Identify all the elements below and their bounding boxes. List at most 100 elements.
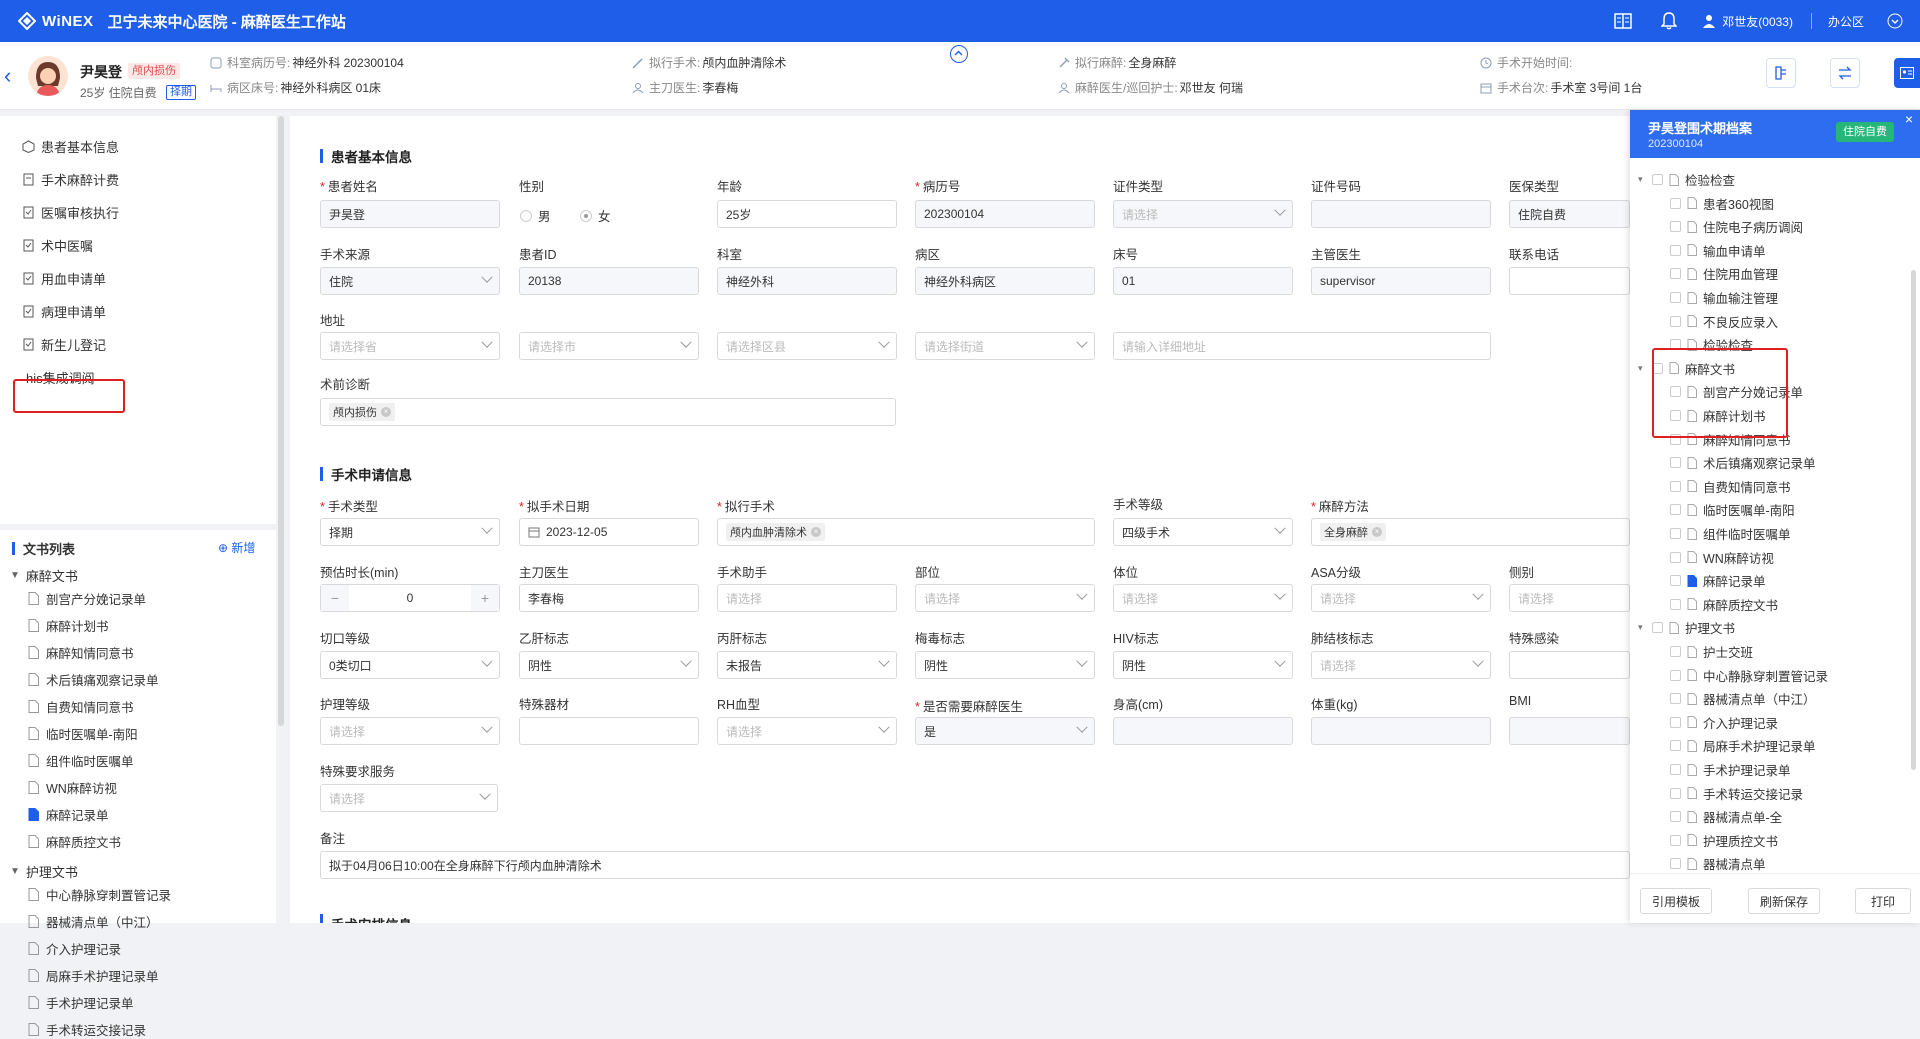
city-select[interactable]: 请选择市 [519,332,699,360]
template-button[interactable]: 引用模板 [1640,888,1712,914]
checkbox[interactable] [1670,292,1681,303]
profile-card-button[interactable] [1894,58,1920,88]
weight-input[interactable] [1311,717,1491,745]
rp-item-anesthesia[interactable]: 临时医嘱单-南阳 [1670,500,1795,519]
tree-item-nursing-doc[interactable]: 中心静脉穿刺置管记录 [28,885,171,904]
checkbox[interactable] [1670,669,1681,681]
refresh-save-button[interactable]: 刷新保存 [1748,888,1820,914]
checkbox[interactable] [1670,504,1681,516]
tree-item-anesthesia-doc[interactable]: 自费知情同意书 [28,697,134,716]
checkbox[interactable] [1670,740,1681,752]
height-input[interactable] [1113,717,1293,745]
site-select[interactable]: 请选择 [915,584,1095,612]
hbv-select[interactable]: 阴性 [519,651,699,679]
hiv-select[interactable]: 阴性 [1113,651,1293,679]
bed-field[interactable]: 01 [1113,267,1293,295]
rp-item-exam[interactable]: 住院用血管理 [1670,264,1778,283]
rp-item-nursing[interactable]: 器械清点单（中江） [1670,689,1816,708]
side-select[interactable]: 请选择 [1509,584,1630,612]
checkbox[interactable] [1670,480,1681,492]
nav-item-pathology[interactable]: 病理申请单 [22,301,106,321]
special-service-select[interactable]: 请选择 [320,784,498,812]
special-inf-select[interactable] [1509,651,1630,679]
gender-male-radio[interactable]: 男 [520,206,551,225]
rp-item-exam[interactable]: 住院电子病历调阅 [1670,217,1803,236]
user-menu[interactable]: 邓世友(0033) [1702,13,1793,30]
record-field[interactable]: 202300104 [915,200,1095,228]
op-type-select[interactable]: 择期 [320,518,500,546]
doclist-add-button[interactable]: ⊕ 新增 [218,539,255,556]
assist-select[interactable]: 请选择 [717,584,897,612]
checkbox[interactable] [1670,457,1681,469]
rp-item-anesthesia[interactable]: 组件临时医嘱单 [1670,524,1791,543]
nav-item-patient-info[interactable]: 患者基本信息 [22,136,119,156]
checkbox[interactable] [1670,646,1681,657]
checkbox[interactable] [1670,811,1681,823]
nav-item-order-review[interactable]: 医嘱审核执行 [22,202,119,222]
checkbox[interactable] [1670,764,1681,775]
rp-item-nursing[interactable]: 护理质控文书 [1670,831,1778,850]
tree-item-nursing-doc[interactable]: 手术转运交接记录 [28,1020,146,1039]
age-field[interactable]: 25岁 [717,200,897,228]
tree-item-anesthesia-doc[interactable]: 麻醉计划书 [28,616,109,635]
asa-select[interactable]: 请选择 [1311,584,1491,612]
collapse-up-icon[interactable] [950,45,968,63]
tree-group-nursing[interactable]: ▼ 护理文书 [10,862,78,881]
tree-item-anesthesia-doc[interactable]: 剖宫产分娩记录单 [28,589,146,608]
surgeon-field[interactable]: 李春梅 [519,584,699,612]
position-select[interactable]: 请选择 [1113,584,1293,612]
print-button[interactable]: 打印 [1855,888,1911,914]
checkbox[interactable] [1670,528,1681,539]
dept-field[interactable]: 神经外科 [717,267,897,295]
checkbox[interactable] [1670,575,1681,587]
checkbox[interactable] [1670,197,1681,209]
rp-item-nursing[interactable]: 护士交班 [1670,642,1753,661]
checkbox[interactable] [1670,598,1681,610]
bookmark-button[interactable] [1766,58,1796,88]
phone-field[interactable] [1509,267,1630,295]
rh-select[interactable]: 请选择 [717,717,897,745]
ins-type-field[interactable]: 住院自费 [1509,200,1630,228]
tree-item-anesthesia-doc[interactable]: 麻醉记录单 [28,805,109,824]
checkbox[interactable] [1670,787,1681,799]
tree-item-anesthesia-doc[interactable]: 麻醉质控文书 [28,832,121,851]
tree-item-anesthesia-doc[interactable]: 麻醉知情同意书 [28,643,134,662]
checkbox[interactable] [1670,858,1681,870]
checkbox[interactable] [1670,244,1681,256]
rp-group-exam[interactable]: ▾ 检验检查 [1638,170,1735,189]
incision-select[interactable]: 0类切口 [320,651,500,679]
swap-button[interactable] [1830,58,1860,88]
gender-female-radio[interactable]: 女 [580,206,611,225]
nav-item-blood-request[interactable]: 用血申请单 [22,268,106,288]
nav-item-newborn[interactable]: 新生儿登记 [22,334,106,354]
close-icon[interactable]: × [1372,527,1382,537]
tree-item-nursing-doc[interactable]: 局麻手术护理记录单 [28,966,159,985]
tree-item-nursing-doc[interactable]: 器械清点单（中江） [28,912,159,931]
tb-select[interactable]: 请选择 [1311,651,1491,679]
back-arrow-icon[interactable]: ‹ [4,65,18,87]
tree-item-anesthesia-doc[interactable]: 临时医嘱单-南阳 [28,724,138,743]
need-anes-select[interactable]: 是 [915,717,1095,745]
diagnosis-field[interactable]: 颅内损伤 × [320,398,896,426]
op-date-picker[interactable]: 2023-12-05 [519,518,699,546]
rp-item-nursing[interactable]: 手术转运交接记录 [1670,784,1803,803]
close-icon[interactable]: × [811,527,821,537]
close-icon[interactable]: × [381,407,391,417]
rp-item-exam[interactable]: 输血输注管理 [1670,288,1778,307]
rp-item-anesthesia[interactable]: 自费知情同意书 [1670,477,1791,496]
syph-select[interactable]: 阴性 [915,651,1095,679]
anes-method-field[interactable]: 全身麻醉 × [1311,518,1630,546]
bell-icon[interactable] [1658,10,1680,32]
zone-label[interactable]: 办公区 [1828,13,1864,30]
operation-field[interactable]: 颅内血肿清除术 × [717,518,1095,546]
address-detail-input[interactable]: 请输入详细地址 [1113,332,1491,360]
diagnosis-chip[interactable]: 颅内损伤 × [329,403,395,421]
bmi-input[interactable] [1509,717,1630,745]
district-select[interactable]: 请选择区县 [717,332,897,360]
rp-item-anesthesia[interactable]: 术后镇痛观察记录单 [1670,453,1816,472]
hcv-select[interactable]: 未报告 [717,651,897,679]
rp-item-nursing[interactable]: 器械清点单-全 [1670,807,1782,826]
checkbox[interactable] [1670,834,1681,846]
layout-icon[interactable] [1612,10,1634,32]
checkbox[interactable] [1670,716,1681,728]
